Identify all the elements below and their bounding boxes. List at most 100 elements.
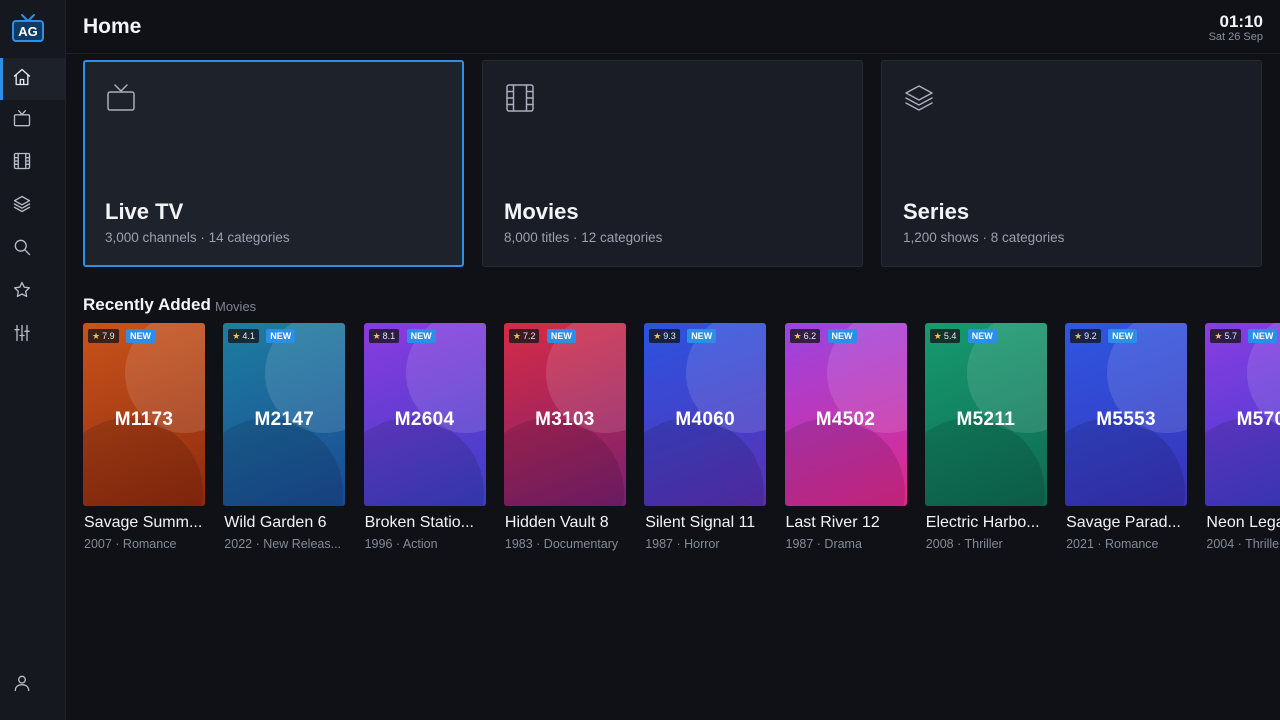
star-icon: ★ xyxy=(653,331,662,341)
category-card-movies[interactable]: Movies 8,000 titles · 12 categories xyxy=(482,60,863,267)
rating-badge: ★ 4.1 xyxy=(228,329,259,343)
poster-title: Wild Garden 6 xyxy=(224,514,327,531)
rating-badge: ★ 7.2 xyxy=(508,329,540,343)
poster-title: Savage Summ... xyxy=(84,514,203,531)
category-card-series[interactable]: Series 1,200 shows · 8 categories xyxy=(881,60,1262,267)
new-badge: NEW xyxy=(687,329,717,343)
poster-image: M4060 ★ 9.3 NEW xyxy=(644,323,767,506)
category-subtitle: 1,200 shows · 8 categories xyxy=(903,230,1065,245)
rating-value: 6.2 xyxy=(803,331,817,341)
header-bar: Home 01:10 Sat 26 Sep xyxy=(66,0,1280,54)
category-title: Series xyxy=(903,199,970,224)
poster-code: M3103 xyxy=(535,409,595,430)
search-icon xyxy=(12,237,32,262)
star-icon: ★ xyxy=(512,331,521,341)
new-badge: NEW xyxy=(967,329,997,343)
poster-title: Neon Legacy xyxy=(1206,514,1280,531)
poster-card[interactable]: M5211 ★ 5.4 NEW Electric Harbo... 2008 · Thri… xyxy=(924,323,1047,563)
poster-code: M5211 xyxy=(956,409,1016,430)
sidebar-item-favorites[interactable] xyxy=(0,271,66,313)
poster-title: Hidden Vault 8 xyxy=(504,514,609,531)
new-badge: NEW xyxy=(266,329,296,343)
poster-image: M5701 ★5.7 NEW xyxy=(1205,323,1280,506)
star-icon: ★ xyxy=(232,331,241,341)
sidebar-item-movies[interactable] xyxy=(0,142,66,184)
category-subtitle: 3,000 channels · 14 categories xyxy=(105,230,290,245)
home-icon xyxy=(12,67,32,92)
rating-value: 5.4 xyxy=(943,331,957,341)
poster-card[interactable]: M4060 ★ 9.3 NEW Silent Signal 11 1987 · Horro… xyxy=(644,323,767,563)
star-icon: ★ xyxy=(793,331,802,341)
rating-badge: ★ 9.3 xyxy=(649,329,680,343)
poster-card[interactable]: M1173 ★ 7.9 NEW Savage Summ... 2007 · Romance xyxy=(83,323,205,563)
poster-meta: 2022 · New Releas... xyxy=(224,537,342,551)
poster-rail[interactable]: M1173 ★ 7.9 NEW Savage Summ... 2007 · Romance… xyxy=(83,323,1280,563)
svg-text:AG: AG xyxy=(18,24,38,39)
poster-code: M4060 xyxy=(675,409,735,430)
poster-title: Last River 12 xyxy=(785,514,880,531)
poster-meta: 2007 · Romance xyxy=(84,537,177,551)
new-badge: NEW xyxy=(126,329,155,343)
category-title: Movies xyxy=(504,199,579,224)
poster-meta: 1983 · Documentary xyxy=(504,537,619,551)
page-title: Home xyxy=(83,15,142,38)
rating-value: 7.2 xyxy=(522,331,536,341)
poster-meta: 1996 · Action xyxy=(364,537,438,551)
poster-code: M5701 xyxy=(1236,409,1280,430)
poster-code: M2147 xyxy=(254,409,315,430)
star-icon: ★ xyxy=(372,331,381,341)
star-icon: ★ xyxy=(933,331,942,341)
sidebar-item-series[interactable] xyxy=(0,185,66,227)
poster-title: Savage Parad... xyxy=(1066,514,1181,531)
star-icon: ★ xyxy=(92,331,101,341)
poster-image: M4502 ★ 6.2 NEW xyxy=(784,323,907,506)
rating-badge: ★ 9.2 xyxy=(1070,329,1101,343)
poster-meta: 2008 · Thriller xyxy=(925,537,1003,551)
category-subtitle: 8,000 titles · 12 categories xyxy=(504,230,663,245)
new-badge: NEW xyxy=(1108,329,1138,343)
poster-code: M1173 xyxy=(114,409,174,430)
rating-badge: ★ 8.1 xyxy=(368,329,400,343)
rating-value: 4.1 xyxy=(242,331,255,341)
sidebar-item-settings[interactable] xyxy=(0,314,66,356)
poster-title: Electric Harbo... xyxy=(925,514,1040,531)
sidebar: AG xyxy=(0,0,66,720)
poster-card[interactable]: M5701 ★5.7 NEW Neon Legacy 2004 · Thriller xyxy=(1205,323,1280,563)
sidebar-item-home[interactable] xyxy=(0,58,66,100)
rating-value: 9.3 xyxy=(663,331,676,341)
tv-icon xyxy=(106,83,136,113)
poster-card[interactable]: M4502 ★ 6.2 NEW Last River 12 1987 · Drama xyxy=(784,323,907,563)
rating-value: 5.7 xyxy=(1224,331,1237,341)
poster-meta: 2021 · Romance xyxy=(1066,537,1159,551)
poster-card[interactable]: M2604 ★ 8.1 NEW Broken Statio... 1996 · Actio… xyxy=(363,323,486,563)
poster-code: M5553 xyxy=(1096,409,1156,430)
poster-title: Broken Statio... xyxy=(364,514,474,531)
sliders-icon xyxy=(12,323,32,348)
layers-icon xyxy=(904,83,934,113)
rating-value: 9.2 xyxy=(1084,331,1097,341)
clock-time: 01:10 xyxy=(1219,12,1263,31)
category-card-live-tv[interactable]: Live TV 3,000 channels · 14 categories xyxy=(83,60,464,267)
sidebar-item-live-tv[interactable] xyxy=(0,100,66,142)
sidebar-item-search[interactable] xyxy=(0,228,66,270)
poster-title: Silent Signal 11 xyxy=(645,514,756,531)
poster-card[interactable]: M5553 ★ 9.2 NEW Savage Parad... 2021 · Romanc… xyxy=(1065,323,1188,563)
poster-code: M2604 xyxy=(394,409,455,430)
rating-badge: ★ 5.7 xyxy=(1210,329,1241,343)
poster-card[interactable]: M3103 ★ 7.2 NEW Hidden Vault 8 1983 · Documen… xyxy=(503,323,626,563)
poster-card[interactable]: M2147 ★ 4.1 NEW Wild Garden 6 2022 · New Rele… xyxy=(223,323,346,563)
sidebar-item-profile[interactable] xyxy=(0,664,66,706)
category-title: Live TV xyxy=(105,199,184,224)
rating-badge: ★ 5.4 xyxy=(929,329,961,343)
user-icon xyxy=(12,673,32,698)
poster-image: M5211 ★ 5.4 NEW xyxy=(924,323,1047,506)
tv-icon xyxy=(12,109,32,134)
star-icon: ★ xyxy=(1074,331,1083,341)
poster-meta: 1987 · Drama xyxy=(785,537,862,551)
poster-image: M5553 ★ 9.2 NEW xyxy=(1065,323,1188,506)
app-root: AG Home 01:10 Sat 26 Sep Live TV 3,000 c… xyxy=(0,0,1280,720)
rating-badge: ★ 6.2 xyxy=(789,329,821,343)
poster-meta: 2004 · Thriller xyxy=(1206,537,1280,551)
film-icon xyxy=(12,151,32,176)
poster-image: M1173 ★ 7.9 NEW xyxy=(83,323,205,506)
